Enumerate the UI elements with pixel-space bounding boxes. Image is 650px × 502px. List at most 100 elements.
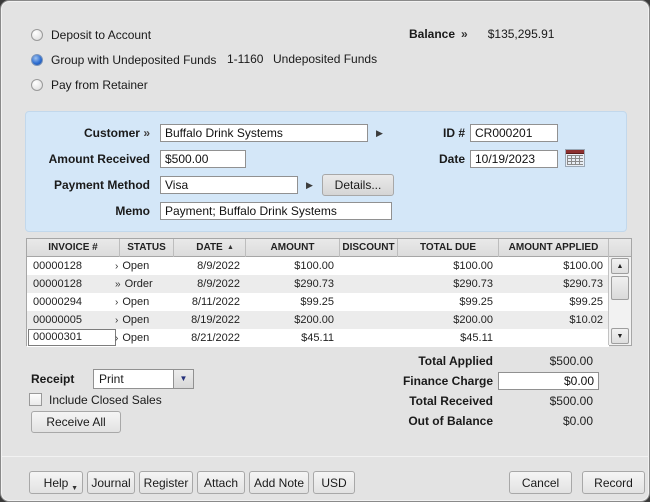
radio-pay-from-retainer-label: Pay from Retainer xyxy=(51,78,148,92)
cell-invoice[interactable]: 00000128 xyxy=(29,275,115,293)
cancel-button[interactable]: Cancel xyxy=(509,471,572,494)
table-row[interactable]: 00000301 › Open 8/21/2022 $45.11 $45.11 xyxy=(27,329,609,347)
scrollbar-thumb[interactable] xyxy=(611,276,629,300)
cell-invoice[interactable]: 00000294 xyxy=(29,293,115,311)
radio-group-with-undeposited-funds[interactable]: Group with Undeposited Funds xyxy=(31,53,216,67)
date-label: Date xyxy=(438,152,465,166)
cell-discount[interactable] xyxy=(340,311,394,329)
radio-selected-icon[interactable] xyxy=(31,54,43,66)
cell-amount: $200.00 xyxy=(294,314,334,326)
undeposited-account-name: Undeposited Funds xyxy=(273,52,378,66)
payment-form-panel: Customer » ▶ ID # Amount Received Date P… xyxy=(25,111,627,232)
receipt-dropdown[interactable]: Print ▼ xyxy=(93,369,194,389)
row-detail-arrow-icon[interactable]: › xyxy=(115,315,118,326)
include-closed-sales-checkbox[interactable] xyxy=(29,393,42,406)
add-note-button[interactable]: Add Note xyxy=(249,471,309,494)
cell-date: 8/21/2022 xyxy=(191,332,240,344)
cell-status: » Order xyxy=(115,278,153,290)
receive-payments-window: Deposit to Account Group with Undeposite… xyxy=(0,0,650,502)
column-header-total-due[interactable]: TOTAL DUE xyxy=(398,239,499,257)
amount-received-input[interactable] xyxy=(160,150,246,168)
radio-unselected-icon[interactable] xyxy=(31,79,43,91)
table-row[interactable]: 00000294 › Open 8/11/2022 $99.25 $99.25 $… xyxy=(27,293,609,311)
cell-status: › Open xyxy=(115,332,150,344)
cell-date: 8/11/2022 xyxy=(191,296,240,308)
radio-deposit-to-account[interactable]: Deposit to Account xyxy=(31,28,151,42)
finance-charge-input[interactable] xyxy=(498,372,599,390)
record-button[interactable]: Record xyxy=(582,471,645,494)
cell-status: › Open xyxy=(115,260,150,272)
cell-discount[interactable] xyxy=(340,329,394,347)
out-of-balance-value: $0.00 xyxy=(562,414,593,428)
details-button[interactable]: Details... xyxy=(322,174,394,196)
customer-input[interactable] xyxy=(160,124,368,142)
table-row[interactable]: 00000005 › Open 8/19/2022 $200.00 $200.00… xyxy=(27,311,609,329)
table-row[interactable]: 00000128 › Open 8/9/2022 $100.00 $100.00 … xyxy=(27,257,609,275)
usd-button[interactable]: USD xyxy=(313,471,355,494)
invoice-table-header: INVOICE # STATUS DATE ▲ AMOUNT DISCOUNT … xyxy=(27,239,631,257)
combo-arrow-icon[interactable]: ▼ xyxy=(173,369,194,389)
cell-invoice[interactable]: 00000005 xyxy=(29,311,115,329)
cell-amount-applied[interactable]: $100.00 xyxy=(499,257,603,275)
cell-invoice-focused[interactable]: 00000301 xyxy=(28,329,116,346)
column-header-invoice[interactable]: INVOICE # xyxy=(27,239,120,257)
balance-display: Balance » $135,295.91 xyxy=(409,27,554,41)
sort-ascending-icon[interactable]: ▲ xyxy=(227,239,234,257)
table-row[interactable]: 00000128 » Order 8/9/2022 $290.73 $290.73… xyxy=(27,275,609,293)
customer-chevron-icon[interactable]: » xyxy=(143,126,150,140)
column-header-amount[interactable]: AMOUNT xyxy=(246,239,340,257)
cell-discount[interactable] xyxy=(340,293,394,311)
cell-discount[interactable] xyxy=(340,257,394,275)
undeposited-account-number: 1-1160 xyxy=(227,52,264,66)
cell-amount-applied[interactable]: $99.25 xyxy=(499,293,603,311)
payment-method-input[interactable] xyxy=(160,176,298,194)
table-scrollbar[interactable]: ▲ ▼ xyxy=(608,257,631,345)
radio-pay-from-retainer[interactable]: Pay from Retainer xyxy=(31,78,148,92)
balance-chevron-icon[interactable]: » xyxy=(461,27,468,41)
balance-label: Balance xyxy=(409,27,456,41)
cell-amount-applied[interactable] xyxy=(499,329,603,347)
scroll-up-icon[interactable]: ▲ xyxy=(611,258,629,274)
total-applied-value: $500.00 xyxy=(549,354,593,368)
cell-amount-applied[interactable]: $290.73 xyxy=(499,275,603,293)
include-closed-sales-label: Include Closed Sales xyxy=(49,393,162,407)
radio-group-with-undeposited-funds-label: Group with Undeposited Funds xyxy=(51,53,217,67)
memo-input[interactable] xyxy=(160,202,392,220)
cell-discount[interactable] xyxy=(340,275,394,293)
register-button[interactable]: Register xyxy=(139,471,193,494)
cell-amount: $99.25 xyxy=(300,296,334,308)
balance-value: $135,295.91 xyxy=(487,27,555,41)
scroll-down-icon[interactable]: ▼ xyxy=(611,328,629,344)
cell-status: › Open xyxy=(115,314,150,326)
cell-amount: $100.00 xyxy=(294,260,334,272)
column-header-status[interactable]: STATUS xyxy=(120,239,174,257)
cell-amount-applied[interactable]: $10.02 xyxy=(499,311,603,329)
cell-date: 8/9/2022 xyxy=(197,278,240,290)
calendar-icon-header xyxy=(566,150,584,154)
cell-date: 8/19/2022 xyxy=(191,314,240,326)
journal-button[interactable]: Journal xyxy=(87,471,135,494)
cell-amount: $290.73 xyxy=(294,278,334,290)
column-header-amount-applied[interactable]: AMOUNT APPLIED xyxy=(499,239,609,257)
radio-unselected-icon[interactable] xyxy=(31,29,43,41)
row-detail-arrow-icon[interactable]: » xyxy=(115,279,121,290)
customer-picker-arrow-icon[interactable]: ▶ xyxy=(376,124,383,142)
id-input[interactable] xyxy=(470,124,558,142)
column-header-discount[interactable]: DISCOUNT xyxy=(340,239,398,257)
receipt-selected-option: Print xyxy=(99,372,124,386)
cell-total-due: $200.00 xyxy=(453,314,493,326)
calendar-icon[interactable] xyxy=(565,149,585,167)
payment-method-picker-arrow-icon[interactable]: ▶ xyxy=(306,176,313,194)
footer-divider xyxy=(1,456,649,457)
payment-method-label: Payment Method xyxy=(53,178,150,192)
date-input[interactable] xyxy=(470,150,558,168)
row-detail-arrow-icon[interactable]: › xyxy=(115,261,118,272)
attach-button[interactable]: Attach xyxy=(197,471,245,494)
receive-all-button[interactable]: Receive All xyxy=(31,411,121,433)
column-header-date[interactable]: DATE xyxy=(174,239,246,257)
row-detail-arrow-icon[interactable]: › xyxy=(115,297,118,308)
row-detail-arrow-icon[interactable]: › xyxy=(115,333,118,344)
cell-invoice[interactable]: 00000128 xyxy=(29,257,115,275)
help-button[interactable]: Help ▼ xyxy=(29,471,83,494)
memo-label: Memo xyxy=(115,204,150,218)
